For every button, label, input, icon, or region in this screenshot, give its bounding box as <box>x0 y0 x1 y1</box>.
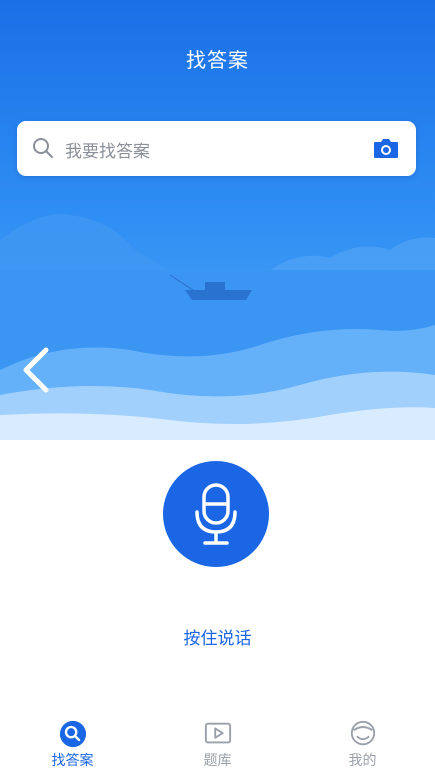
landscape-illustration <box>0 214 435 440</box>
search-tab-icon <box>59 720 86 748</box>
hold-to-speak-label: 按住说话 <box>183 629 252 649</box>
hero-banner: 找答案 我要找答案 <box>0 0 435 440</box>
microphone-icon <box>195 483 237 545</box>
back-arrow-icon[interactable] <box>18 344 52 396</box>
tab-label: 找答案 <box>51 753 94 769</box>
tab-label: 题库 <box>203 753 232 769</box>
tab-profile[interactable]: 我的 <box>290 708 435 770</box>
search-icon <box>33 138 53 158</box>
search-input[interactable]: 我要找答案 <box>65 137 150 162</box>
voice-record-button[interactable] <box>163 461 269 567</box>
tab-question-bank[interactable]: 题库 <box>145 708 290 770</box>
camera-icon[interactable] <box>372 135 400 161</box>
tab-find-answer[interactable]: 找答案 <box>0 708 145 770</box>
search-bar[interactable]: 我要找答案 <box>17 121 416 176</box>
profile-tab-icon <box>350 720 375 746</box>
play-tab-icon <box>204 722 231 744</box>
tab-label: 我的 <box>348 753 377 769</box>
page-title: 找答案 <box>186 48 249 72</box>
bottom-tab-bar: 找答案 题库 我的 <box>0 708 435 770</box>
